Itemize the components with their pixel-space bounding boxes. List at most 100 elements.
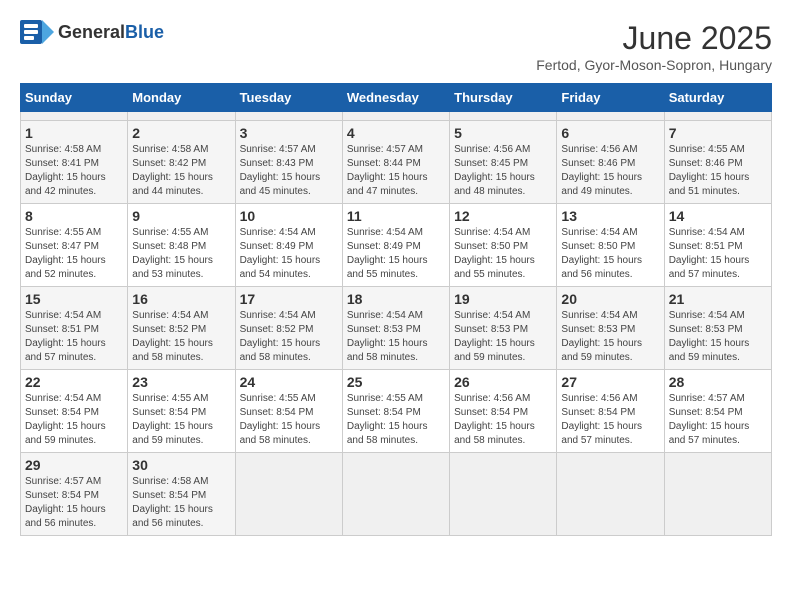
- day-number: 23: [132, 374, 230, 390]
- day-info: Sunrise: 4:55 AMSunset: 8:47 PMDaylight:…: [25, 226, 123, 282]
- day-info: Sunrise: 4:56 AMSunset: 8:45 PMDaylight:…: [454, 143, 552, 199]
- calendar-cell: 22 Sunrise: 4:54 AMSunset: 8:54 PMDayligh…: [21, 370, 128, 453]
- calendar-cell: 16 Sunrise: 4:54 AMSunset: 8:52 PMDayligh…: [128, 287, 235, 370]
- day-number: 30: [132, 457, 230, 473]
- calendar-cell: 15Sunrise: 4:54 AMSunset: 8:51 PMDayligh…: [21, 287, 128, 370]
- calendar-week-row: 15Sunrise: 4:54 AMSunset: 8:51 PMDayligh…: [21, 287, 772, 370]
- calendar-cell: [342, 453, 449, 536]
- day-info: Sunrise: 4:55 AMSunset: 8:54 PMDaylight:…: [347, 392, 445, 448]
- calendar-cell: 29 Sunrise: 4:57 AMSunset: 8:54 PMDayligh…: [21, 453, 128, 536]
- day-number: 19: [454, 291, 552, 307]
- calendar-cell: 20Sunrise: 4:54 AMSunset: 8:53 PMDayligh…: [557, 287, 664, 370]
- calendar-cell: 4 Sunrise: 4:57 AMSunset: 8:44 PMDaylight…: [342, 121, 449, 204]
- day-info: Sunrise: 4:56 AMSunset: 8:54 PMDaylight:…: [454, 392, 552, 448]
- day-info: Sunrise: 4:54 AMSunset: 8:50 PMDaylight:…: [561, 226, 659, 282]
- calendar-cell: 19 Sunrise: 4:54 AMSunset: 8:53 PMDayligh…: [450, 287, 557, 370]
- day-number: 15: [25, 291, 123, 307]
- day-info: Sunrise: 4:54 AMSunset: 8:54 PMDaylight:…: [25, 392, 123, 448]
- day-number: 14: [669, 208, 767, 224]
- day-info: Sunrise: 4:54 AMSunset: 8:51 PMDaylight:…: [669, 226, 767, 282]
- day-info: Sunrise: 4:54 AMSunset: 8:52 PMDaylight:…: [240, 309, 338, 365]
- day-info: Sunrise: 4:57 AMSunset: 8:54 PMDaylight:…: [25, 475, 123, 531]
- day-number: 24: [240, 374, 338, 390]
- day-info: Sunrise: 4:56 AMSunset: 8:54 PMDaylight:…: [561, 392, 659, 448]
- day-number: 16: [132, 291, 230, 307]
- calendar-header-friday: Friday: [557, 84, 664, 112]
- title-area: June 2025 Fertod, Gyor-Moson-Sopron, Hun…: [536, 20, 772, 73]
- calendar-header-thursday: Thursday: [450, 84, 557, 112]
- calendar-subtitle: Fertod, Gyor-Moson-Sopron, Hungary: [536, 57, 772, 73]
- day-number: 9: [132, 208, 230, 224]
- day-number: 4: [347, 125, 445, 141]
- calendar-header-saturday: Saturday: [664, 84, 771, 112]
- day-info: Sunrise: 4:54 AMSunset: 8:49 PMDaylight:…: [347, 226, 445, 282]
- calendar-title: June 2025: [536, 20, 772, 57]
- calendar-week-row: 1Sunrise: 4:58 AMSunset: 8:41 PMDaylight…: [21, 121, 772, 204]
- day-number: 8: [25, 208, 123, 224]
- calendar-cell: 10Sunrise: 4:54 AMSunset: 8:49 PMDayligh…: [235, 204, 342, 287]
- day-info: Sunrise: 4:55 AMSunset: 8:54 PMDaylight:…: [240, 392, 338, 448]
- day-number: 18: [347, 291, 445, 307]
- calendar-cell: 7Sunrise: 4:55 AMSunset: 8:46 PMDaylight…: [664, 121, 771, 204]
- calendar-cell: 25 Sunrise: 4:55 AMSunset: 8:54 PMDayligh…: [342, 370, 449, 453]
- day-info: Sunrise: 4:54 AMSunset: 8:50 PMDaylight:…: [454, 226, 552, 282]
- day-info: Sunrise: 4:55 AMSunset: 8:48 PMDaylight:…: [132, 226, 230, 282]
- calendar-cell: 13 Sunrise: 4:54 AMSunset: 8:50 PMDayligh…: [557, 204, 664, 287]
- calendar-week-row: 29 Sunrise: 4:57 AMSunset: 8:54 PMDayligh…: [21, 453, 772, 536]
- day-number: 22: [25, 374, 123, 390]
- calendar-cell: 26 Sunrise: 4:56 AMSunset: 8:54 PMDayligh…: [450, 370, 557, 453]
- calendar-cell: [557, 453, 664, 536]
- calendar-cell: 3 Sunrise: 4:57 AMSunset: 8:43 PMDaylight…: [235, 121, 342, 204]
- day-number: 25: [347, 374, 445, 390]
- page-header: GeneralBlue June 2025 Fertod, Gyor-Moson…: [20, 20, 772, 73]
- day-info: Sunrise: 4:58 AMSunset: 8:42 PMDaylight:…: [132, 143, 230, 199]
- day-info: Sunrise: 4:54 AMSunset: 8:49 PMDaylight:…: [240, 226, 338, 282]
- calendar-header-tuesday: Tuesday: [235, 84, 342, 112]
- day-number: 5: [454, 125, 552, 141]
- day-number: 13: [561, 208, 659, 224]
- calendar-header-wednesday: Wednesday: [342, 84, 449, 112]
- calendar-cell: 8 Sunrise: 4:55 AMSunset: 8:47 PMDaylight…: [21, 204, 128, 287]
- calendar-cell: [235, 112, 342, 121]
- day-info: Sunrise: 4:57 AMSunset: 8:44 PMDaylight:…: [347, 143, 445, 199]
- day-number: 28: [669, 374, 767, 390]
- day-number: 26: [454, 374, 552, 390]
- day-info: Sunrise: 4:54 AMSunset: 8:53 PMDaylight:…: [454, 309, 552, 365]
- logo-blue-text: Blue: [125, 22, 164, 42]
- calendar-body: 1Sunrise: 4:58 AMSunset: 8:41 PMDaylight…: [21, 112, 772, 536]
- day-info: Sunrise: 4:55 AMSunset: 8:46 PMDaylight:…: [669, 143, 767, 199]
- calendar-cell: 1Sunrise: 4:58 AMSunset: 8:41 PMDaylight…: [21, 121, 128, 204]
- calendar-cell: 18Sunrise: 4:54 AMSunset: 8:53 PMDayligh…: [342, 287, 449, 370]
- calendar-cell: 27 Sunrise: 4:56 AMSunset: 8:54 PMDayligh…: [557, 370, 664, 453]
- day-number: 12: [454, 208, 552, 224]
- day-number: 1: [25, 125, 123, 141]
- calendar-cell: [235, 453, 342, 536]
- day-info: Sunrise: 4:57 AMSunset: 8:54 PMDaylight:…: [669, 392, 767, 448]
- day-number: 3: [240, 125, 338, 141]
- day-number: 27: [561, 374, 659, 390]
- calendar-cell: [342, 112, 449, 121]
- calendar-cell: [450, 453, 557, 536]
- calendar-cell: 11 Sunrise: 4:54 AMSunset: 8:49 PMDayligh…: [342, 204, 449, 287]
- calendar-cell: 14 Sunrise: 4:54 AMSunset: 8:51 PMDayligh…: [664, 204, 771, 287]
- calendar-week-row: 22 Sunrise: 4:54 AMSunset: 8:54 PMDayligh…: [21, 370, 772, 453]
- day-info: Sunrise: 4:54 AMSunset: 8:52 PMDaylight:…: [132, 309, 230, 365]
- day-number: 11: [347, 208, 445, 224]
- logo-general-text: General: [58, 22, 125, 42]
- calendar-cell: [664, 112, 771, 121]
- day-info: Sunrise: 4:54 AMSunset: 8:53 PMDaylight:…: [669, 309, 767, 365]
- day-number: 17: [240, 291, 338, 307]
- day-number: 6: [561, 125, 659, 141]
- calendar-cell: 21 Sunrise: 4:54 AMSunset: 8:53 PMDayligh…: [664, 287, 771, 370]
- calendar-cell: 9 Sunrise: 4:55 AMSunset: 8:48 PMDaylight…: [128, 204, 235, 287]
- logo-icon: [20, 20, 54, 44]
- day-number: 21: [669, 291, 767, 307]
- day-number: 29: [25, 457, 123, 473]
- calendar-cell: 24 Sunrise: 4:55 AMSunset: 8:54 PMDayligh…: [235, 370, 342, 453]
- calendar-week-row: [21, 112, 772, 121]
- calendar-header-sunday: Sunday: [21, 84, 128, 112]
- calendar-cell: [21, 112, 128, 121]
- day-info: Sunrise: 4:57 AMSunset: 8:43 PMDaylight:…: [240, 143, 338, 199]
- calendar-cell: [450, 112, 557, 121]
- calendar-cell: 5 Sunrise: 4:56 AMSunset: 8:45 PMDaylight…: [450, 121, 557, 204]
